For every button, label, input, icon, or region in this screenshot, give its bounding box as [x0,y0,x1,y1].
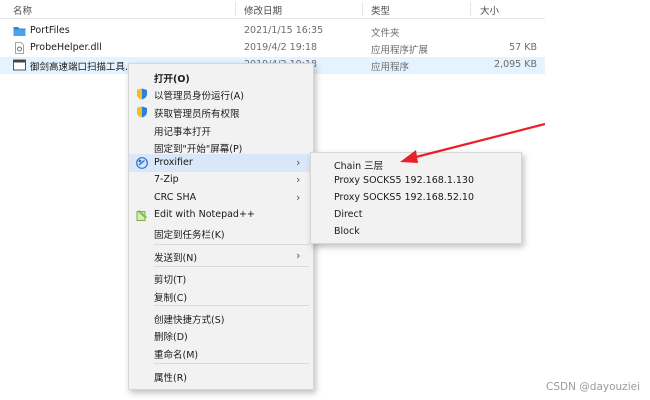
menu-label: 7-Zip [154,174,179,185]
menu-label: 以管理员身份运行(A) [154,91,244,102]
menu-open-with-notepad[interactable]: 用记事本打开 [129,121,313,139]
menu-copy[interactable]: 复制(C) [129,287,313,305]
menu-rename[interactable]: 重命名(M) [129,344,313,362]
menu-run-as-admin[interactable]: 以管理员身份运行(A) [129,85,313,103]
menu-label: 用记事本打开 [154,127,212,138]
submenu-label: Chain 三层 [334,161,384,172]
menu-pin-to-taskbar[interactable]: 固定到任务栏(K) [129,224,313,242]
file-size: 2,095 KB [494,59,537,70]
menu-7zip[interactable]: 7-Zip › [129,171,313,189]
column-divider[interactable] [470,2,471,16]
menu-label: 重命名(M) [154,350,199,361]
submenu-proxy-2[interactable]: Proxy SOCKS5 192.168.52.10 [311,190,521,207]
proxifier-icon [136,157,148,169]
file-type: 应用程序 [371,62,410,73]
menu-crc-sha[interactable]: CRC SHA › [129,189,313,207]
menu-take-ownership[interactable]: 获取管理员所有权限 [129,103,313,121]
dll-file-icon [15,42,24,54]
file-name: PortFiles [30,25,70,36]
menu-cut[interactable]: 剪切(T) [129,269,313,287]
menu-separator [154,266,309,267]
menu-label: 剪切(T) [154,275,187,286]
submenu-proxy-1[interactable]: Proxy SOCKS5 192.168.1.130 [311,173,521,190]
menu-label: 创建快捷方式(S) [154,315,225,326]
submenu-label: Proxy SOCKS5 192.168.1.130 [334,175,475,186]
column-type[interactable]: 类型 [371,3,390,17]
column-header-bar: 名称 修改日期 类型 大小 [0,0,545,19]
watermark: CSDN @dayouziei [546,381,640,393]
menu-label: 打开(O) [154,74,190,85]
menu-send-to[interactable]: 发送到(N) › [129,247,313,265]
column-date[interactable]: 修改日期 [244,3,282,17]
file-name: ProbeHelper.dll [30,42,102,53]
file-row-probehelper[interactable]: ProbeHelper.dll 2019/4/2 19:18 应用程序扩展 57… [0,40,545,57]
menu-separator [154,363,309,364]
menu-label: 发送到(N) [154,253,198,264]
uac-shield-icon [137,106,147,118]
menu-label: Edit with Notepad++ [154,209,255,220]
column-divider[interactable] [362,2,363,16]
context-menu: 打开(O) 以管理员身份运行(A) 获取管理员所有权限 用记事本打开 固定到"开… [128,63,314,390]
red-arrow-annotation [400,122,546,163]
file-size: 57 KB [509,42,537,53]
menu-label: 属性(R) [154,373,188,384]
menu-properties[interactable]: 属性(R) [129,367,313,385]
menu-separator [154,244,309,245]
file-date: 2019/4/2 19:18 [244,42,318,53]
uac-shield-icon [137,88,147,100]
menu-label: Proxifier [154,157,193,168]
menu-label: 删除(D) [154,332,188,343]
submenu-label: Proxy SOCKS5 192.168.52.10 [334,192,475,203]
menu-label: 获取管理员所有权限 [154,109,240,120]
chevron-right-icon: › [296,249,301,262]
exe-window-icon [13,59,26,71]
submenu-direct[interactable]: Direct [311,207,521,224]
file-type: 文件夹 [371,28,400,39]
column-size[interactable]: 大小 [480,3,499,17]
menu-open[interactable]: 打开(O) [129,68,313,86]
menu-create-shortcut[interactable]: 创建快捷方式(S) [129,309,313,327]
submenu-block[interactable]: Block [311,224,521,241]
submenu-label: Direct [334,209,363,220]
menu-label: 固定到任务栏(K) [154,230,225,241]
folder-icon [13,27,26,36]
file-date: 2021/1/15 16:35 [244,25,324,36]
menu-delete[interactable]: 删除(D) [129,326,313,344]
column-divider[interactable] [235,2,236,16]
file-type: 应用程序扩展 [371,45,429,56]
chevron-right-icon: › [296,191,301,204]
column-name[interactable]: 名称 [13,3,32,17]
menu-edit-notepad-plus[interactable]: Edit with Notepad++ [129,206,313,224]
submenu-label: Block [334,226,360,237]
chevron-right-icon: › [296,173,301,186]
menu-label: 固定到"开始"屏幕(P) [154,144,243,155]
menu-label: 复制(C) [154,293,188,304]
menu-label: CRC SHA [154,192,197,203]
file-row-portfiles[interactable]: PortFiles 2021/1/15 16:35 文件夹 [0,23,545,40]
chevron-right-icon: › [296,156,301,169]
menu-proxifier[interactable]: Proxifier › [129,154,313,172]
menu-separator [154,305,309,306]
notepad-plus-plus-icon [136,210,147,221]
